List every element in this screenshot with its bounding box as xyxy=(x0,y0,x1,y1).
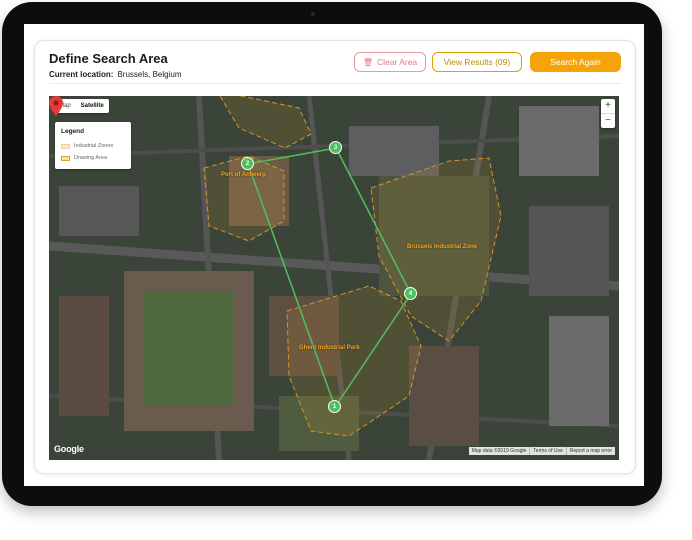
clear-area-button[interactable]: 🗑 Clear Area xyxy=(354,52,426,72)
location-value: Brussels, Belgium xyxy=(117,70,182,79)
terms-link[interactable]: Terms of Use xyxy=(530,447,567,455)
legend-item-label: Industrial Zones xyxy=(74,143,114,149)
legend-title: Legend xyxy=(61,128,85,135)
zoom-in-button[interactable]: + xyxy=(601,99,615,113)
waypoint-3[interactable]: 3 xyxy=(329,141,342,154)
clear-area-label: Clear Area xyxy=(376,57,418,67)
camera-dot xyxy=(311,12,315,16)
search-again-button[interactable]: Search Again xyxy=(530,52,621,72)
waypoint-1[interactable]: 1 xyxy=(328,400,341,413)
drawing-swatch xyxy=(61,155,70,161)
trash-icon: 🗑 xyxy=(362,57,373,67)
legend-item-label: Drawing Area xyxy=(74,155,108,161)
location-label: Current location: xyxy=(49,70,114,79)
map-type-satellite[interactable]: Satellite xyxy=(76,99,109,113)
page-title: Define Search Area xyxy=(49,51,168,66)
tablet-screen: Define Search Area Current location: Brus… xyxy=(24,24,644,486)
industrial-swatch xyxy=(61,143,70,149)
search-area-card: Define Search Area Current location: Brus… xyxy=(34,40,636,474)
tablet-frame: Define Search Area Current location: Brus… xyxy=(2,2,662,506)
zoom-out-button[interactable]: − xyxy=(601,114,615,128)
header-divider xyxy=(49,83,621,84)
google-logo: Google xyxy=(54,444,84,454)
report-error-link[interactable]: Report a map error xyxy=(567,447,615,455)
zone-label-port-of-antwerp[interactable]: Port of Antwerp xyxy=(221,172,266,178)
waypoint-4[interactable]: 4 xyxy=(404,287,417,300)
view-results-button[interactable]: View Results (09) xyxy=(432,52,522,72)
map-data-text: Map data ©2019 Google xyxy=(469,447,531,455)
zone-label-brussels-industrial[interactable]: Brussels Industrial Zone xyxy=(407,244,477,250)
map-legend: Legend Industrial Zones Drawing Area xyxy=(55,122,131,169)
current-location: Current location: Brussels, Belgium xyxy=(49,70,181,79)
satellite-map[interactable]: Map Satellite Legend Industrial Zones Dr… xyxy=(49,96,619,460)
legend-item-drawing: Drawing Area xyxy=(61,155,107,161)
map-attribution: Map data ©2019 Google Terms of Use Repor… xyxy=(468,447,615,455)
zoom-control: + − xyxy=(601,99,615,128)
location-pin-icon[interactable] xyxy=(49,96,63,116)
zone-label-ghent-industrial[interactable]: Ghent Industrial Park xyxy=(299,345,360,351)
legend-item-industrial: Industrial Zones xyxy=(61,143,113,149)
waypoint-2[interactable]: 2 xyxy=(241,157,254,170)
